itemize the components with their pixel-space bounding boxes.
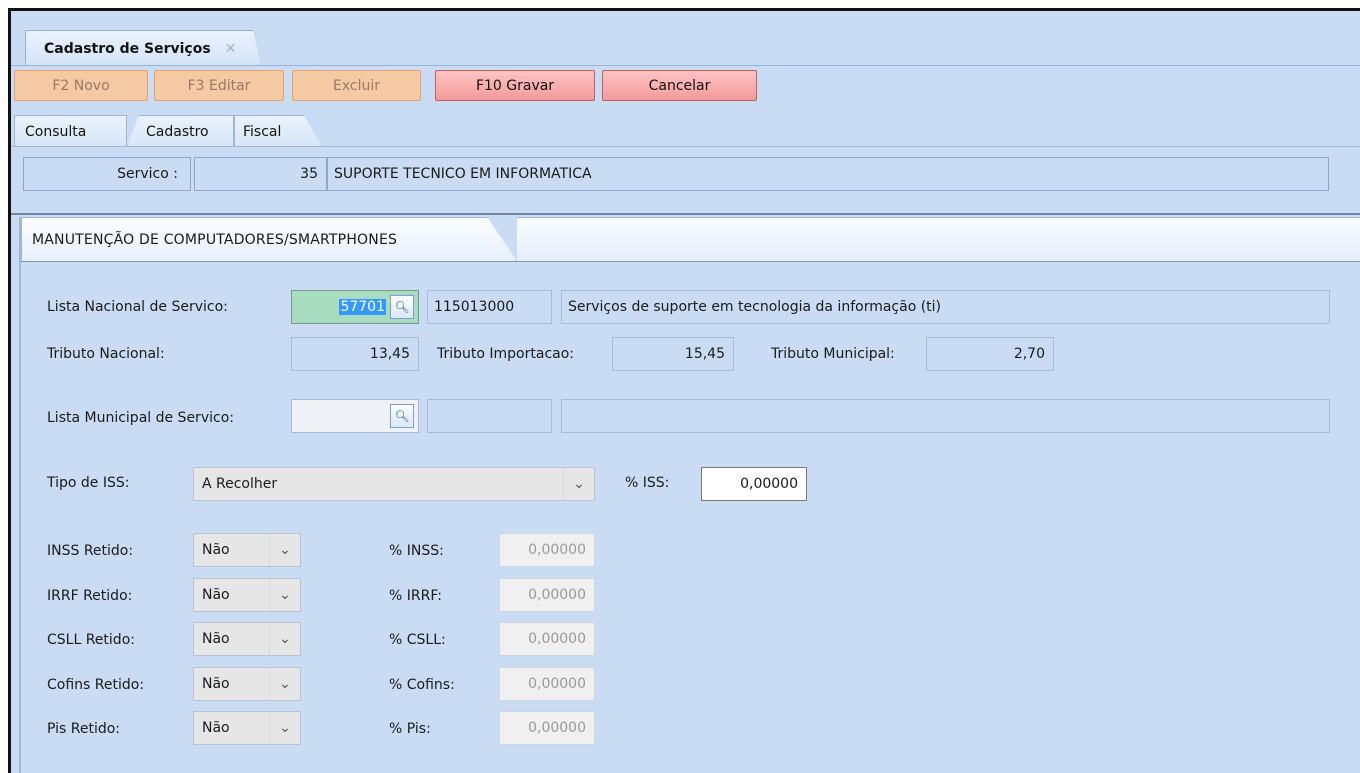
window-tab[interactable]: Cadastro de Serviços ✕	[25, 30, 261, 66]
csll-retido-value: Não	[202, 631, 230, 647]
csll-pct-field: 0,00000	[499, 622, 595, 656]
cofins-retido-label: Cofins Retido:	[47, 677, 145, 693]
tipo-iss-select[interactable]: A Recolher ⌄	[193, 467, 595, 501]
divider	[11, 213, 1360, 215]
tributo-importacao-field: 15,45	[612, 337, 734, 371]
tipo-iss-value: A Recolher	[202, 476, 278, 492]
irrf-retido-value: Não	[202, 587, 230, 603]
cofins-pct-field: 0,00000	[499, 667, 595, 701]
chevron-down-icon[interactable]: ⌄	[269, 712, 300, 744]
chevron-down-icon[interactable]: ⌄	[269, 668, 300, 700]
inss-retido-select[interactable]: Não ⌄	[193, 533, 301, 567]
inss-retido-label: INSS Retido:	[47, 543, 134, 559]
csll-retido-select[interactable]: Não ⌄	[193, 622, 301, 656]
lista-nacional-label: Lista Nacional de Servico:	[47, 299, 228, 315]
chevron-down-icon[interactable]: ⌄	[269, 623, 300, 655]
close-icon[interactable]: ✕	[225, 41, 237, 57]
cofins-pct-label: % Cofins:	[389, 677, 455, 693]
delete-button[interactable]: Excluir	[292, 70, 421, 101]
lista-nacional-description-field: Serviços de suporte em tecnologia da inf…	[561, 290, 1330, 324]
tributo-nacional-label: Tributo Nacional:	[47, 346, 165, 362]
irrf-retido-select[interactable]: Não ⌄	[193, 578, 301, 612]
pis-retido-label: Pis Retido:	[47, 721, 121, 737]
tributo-municipal-field: 2,70	[926, 337, 1054, 371]
tributo-municipal-label: Tributo Municipal:	[771, 346, 895, 362]
inss-retido-value: Não	[202, 542, 230, 558]
service-label: Servico :	[23, 157, 191, 191]
pis-retido-value: Não	[202, 720, 230, 736]
lista-nacional-number-field: 115013000	[427, 290, 552, 324]
save-button[interactable]: F10 Gravar	[435, 70, 595, 101]
lista-municipal-description-field	[561, 399, 1330, 433]
iss-pct-label: % ISS:	[625, 475, 670, 491]
csll-retido-label: CSLL Retido:	[47, 632, 135, 648]
irrf-retido-label: IRRF Retido:	[47, 588, 133, 604]
irrf-pct-label: % IRRF:	[389, 588, 443, 604]
cofins-retido-select[interactable]: Não ⌄	[193, 667, 301, 701]
new-button[interactable]: F2 Novo	[14, 70, 148, 101]
divider	[21, 261, 1360, 262]
tab-fiscal[interactable]: Fiscal	[234, 115, 322, 147]
panel-title: MANUTENÇÃO DE COMPUTADORES/SMARTPHONES	[32, 231, 398, 248]
search-icon[interactable]: 🔍︎	[390, 404, 414, 428]
panel-tab-strip	[517, 217, 1360, 261]
chevron-down-icon[interactable]: ⌄	[563, 468, 594, 500]
divider	[19, 217, 21, 773]
panel-title-tab[interactable]: MANUTENÇÃO DE COMPUTADORES/SMARTPHONES	[21, 217, 517, 261]
lista-nacional-code-field[interactable]: 57701 🔍︎	[291, 290, 419, 324]
iss-pct-input[interactable]: 0,00000	[701, 467, 807, 501]
window-tab-title: Cadastro de Serviços	[44, 40, 211, 57]
tributo-importacao-label: Tributo Importacao:	[437, 346, 575, 362]
lista-nacional-code: 57701	[339, 299, 386, 315]
tributo-nacional-field: 13,45	[291, 337, 419, 371]
lista-municipal-label: Lista Municipal de Servico:	[47, 410, 234, 426]
search-icon[interactable]: 🔍︎	[390, 295, 414, 319]
irrf-pct-field: 0,00000	[499, 578, 595, 612]
tab-consulta[interactable]: Consulta	[14, 115, 127, 147]
cofins-retido-value: Não	[202, 676, 230, 692]
cancel-button[interactable]: Cancelar	[602, 70, 757, 101]
edit-button[interactable]: F3 Editar	[154, 70, 284, 101]
app-window: Cadastro de Serviços ✕ F2 Novo F3 Editar…	[8, 8, 1360, 773]
divider	[11, 146, 1360, 147]
tipo-iss-label: Tipo de ISS:	[47, 475, 130, 491]
chevron-down-icon[interactable]: ⌄	[269, 534, 300, 566]
pis-pct-label: % Pis:	[389, 721, 431, 737]
service-name-field: SUPORTE TECNICO EM INFORMATICA	[327, 157, 1329, 191]
csll-pct-label: % CSLL:	[389, 632, 446, 648]
pis-pct-field: 0,00000	[499, 711, 595, 745]
tab-cadastro[interactable]: Cadastro	[127, 115, 234, 147]
chevron-down-icon[interactable]: ⌄	[269, 579, 300, 611]
lista-municipal-code-field[interactable]: 🔍︎	[291, 399, 419, 433]
service-code-field: 35	[194, 157, 327, 191]
inss-pct-label: % INSS:	[389, 543, 444, 559]
inss-pct-field: 0,00000	[499, 533, 595, 567]
lista-municipal-number-field	[427, 399, 552, 433]
pis-retido-select[interactable]: Não ⌄	[193, 711, 301, 745]
divider	[11, 65, 1360, 66]
